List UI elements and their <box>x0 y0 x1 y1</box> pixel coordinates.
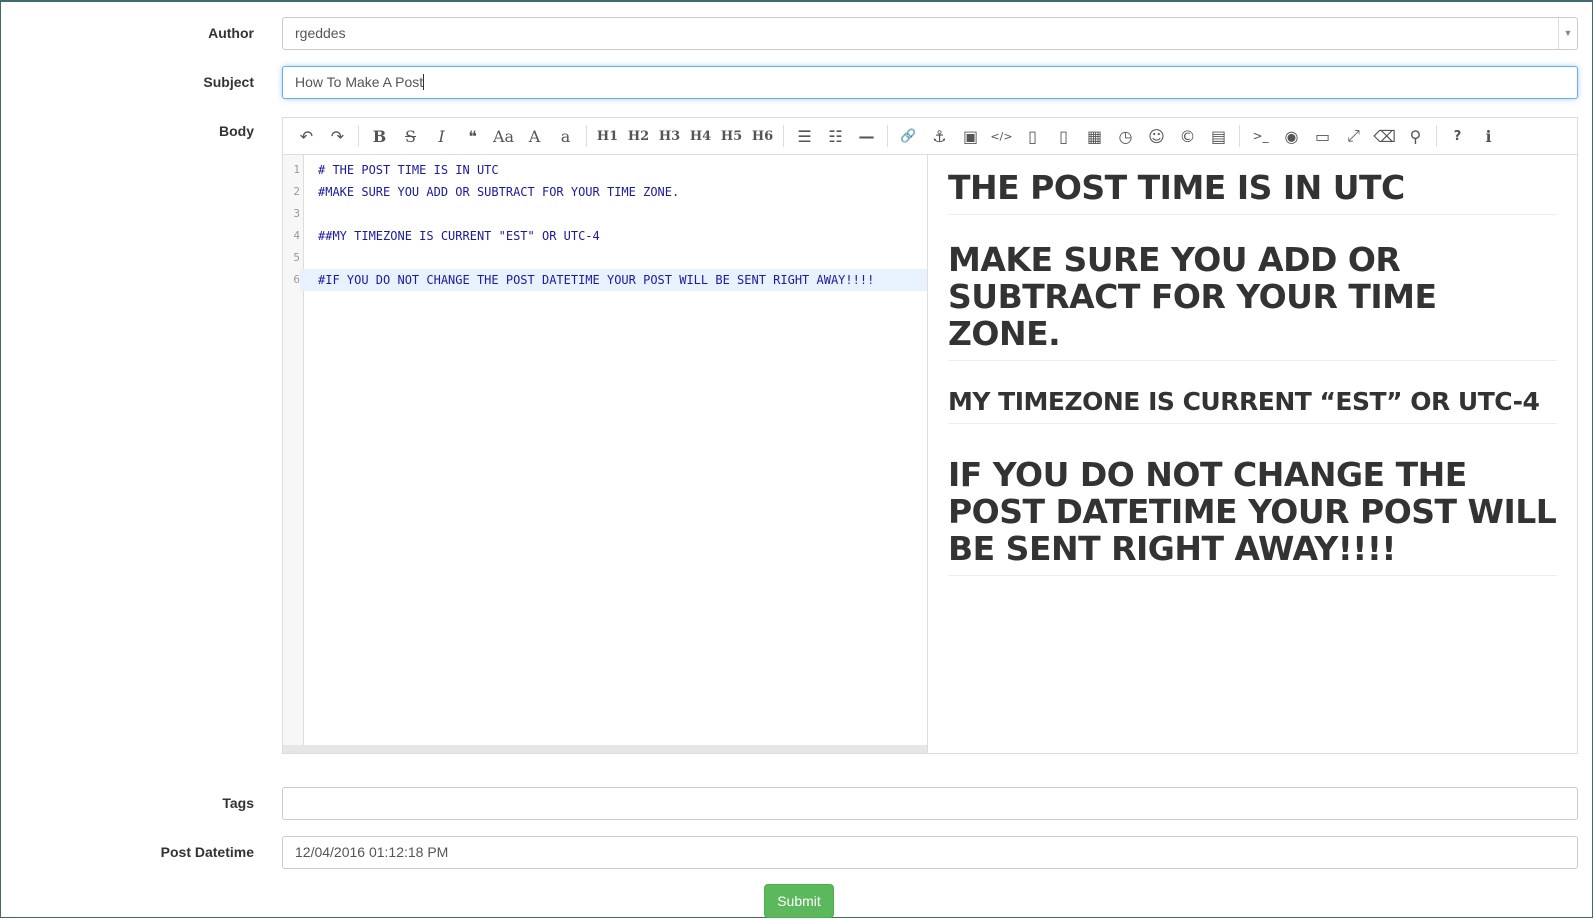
line-text: ##MY TIMEZONE IS CURRENT "EST" OR UTC-4 <box>318 229 600 243</box>
ordered-list-icon[interactable]: ☷ <box>820 122 851 150</box>
text-caret <box>423 74 425 90</box>
author-label: Author <box>208 25 254 41</box>
heading-1-icon[interactable]: H1 <box>592 122 623 150</box>
code-line[interactable]: 3 <box>283 203 927 225</box>
heading-6-icon[interactable]: H6 <box>747 122 778 150</box>
code-line[interactable]: 1 # THE POST TIME IS IN UTC <box>283 159 927 181</box>
desktop-icon[interactable]: ▭ <box>1307 122 1338 150</box>
redo-icon[interactable]: ↷ <box>322 122 353 150</box>
body-label: Body <box>219 123 254 139</box>
markdown-editor[interactable]: ↶ ↷ B S I ❝ Aa A a H1 H2 H3 H4 H5 H6 ☰ ☷… <box>282 117 1578 754</box>
heading-5-icon[interactable]: H5 <box>716 122 747 150</box>
code-icon[interactable]: </> <box>986 122 1017 150</box>
toolbar-divider <box>783 125 784 147</box>
line-number: 1 <box>293 163 300 176</box>
emoji-icon[interactable]: ☺ <box>1141 122 1172 150</box>
eraser-icon[interactable]: ⌫ <box>1369 122 1400 150</box>
tags-label: Tags <box>222 795 254 811</box>
line-number: 4 <box>293 229 300 242</box>
author-value: rgeddes <box>295 25 346 41</box>
post-datetime-value: 12/04/2016 01:12:18 PM <box>295 844 449 860</box>
horizontal-rule-icon[interactable]: — <box>851 122 882 150</box>
line-text: #IF YOU DO NOT CHANGE THE POST DATETIME … <box>318 273 875 287</box>
terminal-icon[interactable]: >_ <box>1245 122 1276 150</box>
tags-input[interactable] <box>282 787 1578 820</box>
code-block-icon[interactable]: ▯ <box>1017 122 1048 150</box>
post-datetime-label: Post Datetime <box>160 844 254 860</box>
subject-label: Subject <box>203 74 254 90</box>
link-icon[interactable]: 🔗 <box>893 122 924 150</box>
anchor-icon[interactable]: ⚓ <box>924 122 955 150</box>
code-line[interactable]: 5 <box>283 247 927 269</box>
fullscreen-icon[interactable]: ⤢ <box>1338 122 1369 150</box>
page-break-icon[interactable]: ▤ <box>1203 122 1234 150</box>
line-text: # THE POST TIME IS IN UTC <box>318 163 499 177</box>
heading-4-icon[interactable]: H4 <box>685 122 716 150</box>
bold-icon[interactable]: B <box>364 122 395 150</box>
toolbar-divider <box>887 125 888 147</box>
undo-icon[interactable]: ↶ <box>291 122 322 150</box>
clock-icon[interactable]: ◷ <box>1110 122 1141 150</box>
code-lines: 1 # THE POST TIME IS IN UTC 2 #MAKE SURE Y… <box>283 159 927 291</box>
heading-2-icon[interactable]: H2 <box>623 122 654 150</box>
markdown-source-pane[interactable]: 1 # THE POST TIME IS IN UTC 2 #MAKE SURE Y… <box>283 155 928 753</box>
dropdown-arrow-icon[interactable]: ▼ <box>1558 18 1577 49</box>
italic-icon[interactable]: I <box>426 122 457 150</box>
toolbar-divider <box>358 125 359 147</box>
editor-toolbar: ↶ ↷ B S I ❝ Aa A a H1 H2 H3 H4 H5 H6 ☰ ☷… <box>283 118 1577 155</box>
preview-subheading: MY TIMEZONE IS CURRENT “EST” OR UTC-4 <box>948 387 1557 424</box>
preview-heading-1: THE POST TIME IS IN UTC <box>948 169 1557 215</box>
author-select[interactable]: rgeddes ▼ <box>282 17 1578 50</box>
submit-button[interactable]: Submit <box>764 884 834 918</box>
strikethrough-icon[interactable]: S <box>395 122 426 150</box>
preformatted-text-icon[interactable]: ▯ <box>1048 122 1079 150</box>
toolbar-divider <box>1436 125 1437 147</box>
line-text: #MAKE SURE YOU ADD OR SUBTRACT FOR YOUR … <box>318 185 680 199</box>
line-number: 6 <box>283 269 300 291</box>
info-icon[interactable]: ℹ <box>1473 122 1504 150</box>
markdown-preview-pane: THE POST TIME IS IN UTC MAKE SURE YOU AD… <box>928 155 1577 753</box>
quote-icon[interactable]: ❝ <box>457 122 488 150</box>
uppercase-first-icon[interactable]: Aa <box>488 122 519 150</box>
post-datetime-input[interactable]: 12/04/2016 01:12:18 PM <box>282 836 1578 869</box>
code-line[interactable]: 4 ##MY TIMEZONE IS CURRENT "EST" OR UTC-4 <box>283 225 927 247</box>
image-icon[interactable]: ▣ <box>955 122 986 150</box>
lowercase-icon[interactable]: a <box>550 122 581 150</box>
subject-input[interactable]: How To Make A Post <box>282 66 1578 99</box>
code-line[interactable]: 2 #MAKE SURE YOU ADD OR SUBTRACT FOR YOUR… <box>283 181 927 203</box>
horizontal-scrollbar[interactable] <box>283 745 927 753</box>
line-number: 5 <box>293 251 300 264</box>
heading-3-icon[interactable]: H3 <box>654 122 685 150</box>
toolbar-divider <box>586 125 587 147</box>
unordered-list-icon[interactable]: ☰ <box>789 122 820 150</box>
subject-value: How To Make A Post <box>295 74 424 90</box>
search-icon[interactable]: ⚲ <box>1400 122 1431 150</box>
help-icon[interactable]: ? <box>1442 122 1473 150</box>
preview-heading-2: MAKE SURE YOU ADD OR SUBTRACT FOR YOUR T… <box>948 241 1557 361</box>
eye-slash-icon[interactable]: ◉ <box>1276 122 1307 150</box>
toolbar-divider <box>1239 125 1240 147</box>
table-icon[interactable]: ▦ <box>1079 122 1110 150</box>
preview-heading-3: IF YOU DO NOT CHANGE THE POST DATETIME Y… <box>948 456 1557 576</box>
line-number: 3 <box>293 207 300 220</box>
copyright-icon[interactable]: © <box>1172 122 1203 150</box>
code-line-active[interactable]: 6 #IF YOU DO NOT CHANGE THE POST DATETIME… <box>283 269 927 291</box>
line-number: 2 <box>293 185 300 198</box>
uppercase-icon[interactable]: A <box>519 122 550 150</box>
